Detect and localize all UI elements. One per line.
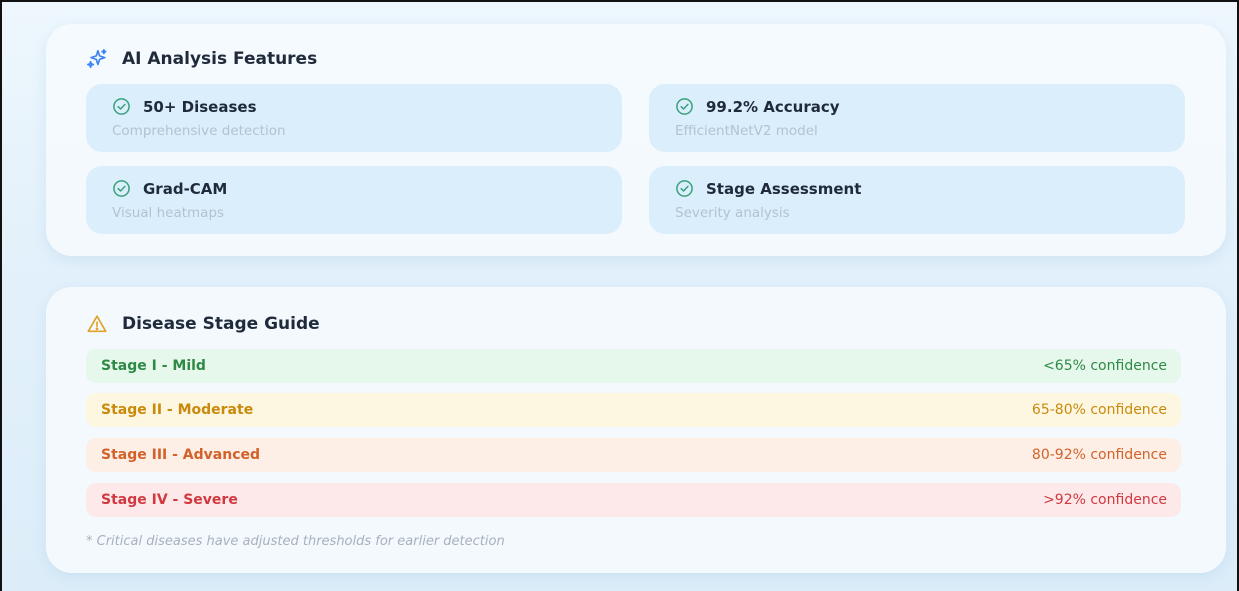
check-circle-icon [675,97,694,116]
check-circle-icon [675,179,694,198]
warning-triangle-icon [86,313,108,335]
stage-name: Stage II - Moderate [101,402,254,418]
stage-name: Stage III - Advanced [101,447,261,463]
feature-title: Grad-CAM [143,179,228,198]
feature-accuracy: 99.2% Accuracy EfficientNetV2 model [649,84,1185,152]
feature-title: 99.2% Accuracy [706,97,840,116]
stage-footnote: * Critical diseases have adjusted thresh… [86,534,505,549]
feature-subtitle: Comprehensive detection [112,123,286,139]
stage-confidence: >92% confidence [1043,492,1167,508]
check-circle-icon [112,97,131,116]
sparkles-icon [86,48,108,70]
ai-features-card: AI Analysis Features 50+ Diseases Compre… [46,24,1226,256]
stage-row-moderate: Stage II - Moderate 65-80% confidence [86,393,1181,427]
feature-gradcam: Grad-CAM Visual heatmaps [86,166,622,234]
stage-name: Stage IV - Severe [101,492,238,508]
stage-confidence: 65-80% confidence [1031,402,1167,418]
stage-row-severe: Stage IV - Severe >92% confidence [86,483,1181,517]
stage-confidence: 80-92% confidence [1031,447,1167,463]
feature-subtitle: Severity analysis [675,205,790,221]
stage-name: Stage I - Mild [101,358,206,374]
stage-confidence: <65% confidence [1043,358,1167,374]
feature-title: Stage Assessment [706,179,862,198]
stage-row-advanced: Stage III - Advanced 80-92% confidence [86,438,1181,472]
feature-subtitle: Visual heatmaps [112,205,225,221]
stage-guide-title: Disease Stage Guide [122,314,320,334]
feature-subtitle: EfficientNetV2 model [675,123,818,139]
stage-row-mild: Stage I - Mild <65% confidence [86,349,1181,383]
ai-features-heading: AI Analysis Features [86,48,317,70]
feature-stage-assessment: Stage Assessment Severity analysis [649,166,1185,234]
stage-guide-heading: Disease Stage Guide [86,313,320,335]
check-circle-icon [112,179,131,198]
stage-guide-card: Disease Stage Guide Stage I - Mild <65% … [46,287,1226,573]
ai-features-title: AI Analysis Features [122,49,318,69]
feature-diseases: 50+ Diseases Comprehensive detection [86,84,622,152]
feature-title: 50+ Diseases [143,97,257,116]
app-frame: AI Analysis Features 50+ Diseases Compre… [0,0,1239,591]
